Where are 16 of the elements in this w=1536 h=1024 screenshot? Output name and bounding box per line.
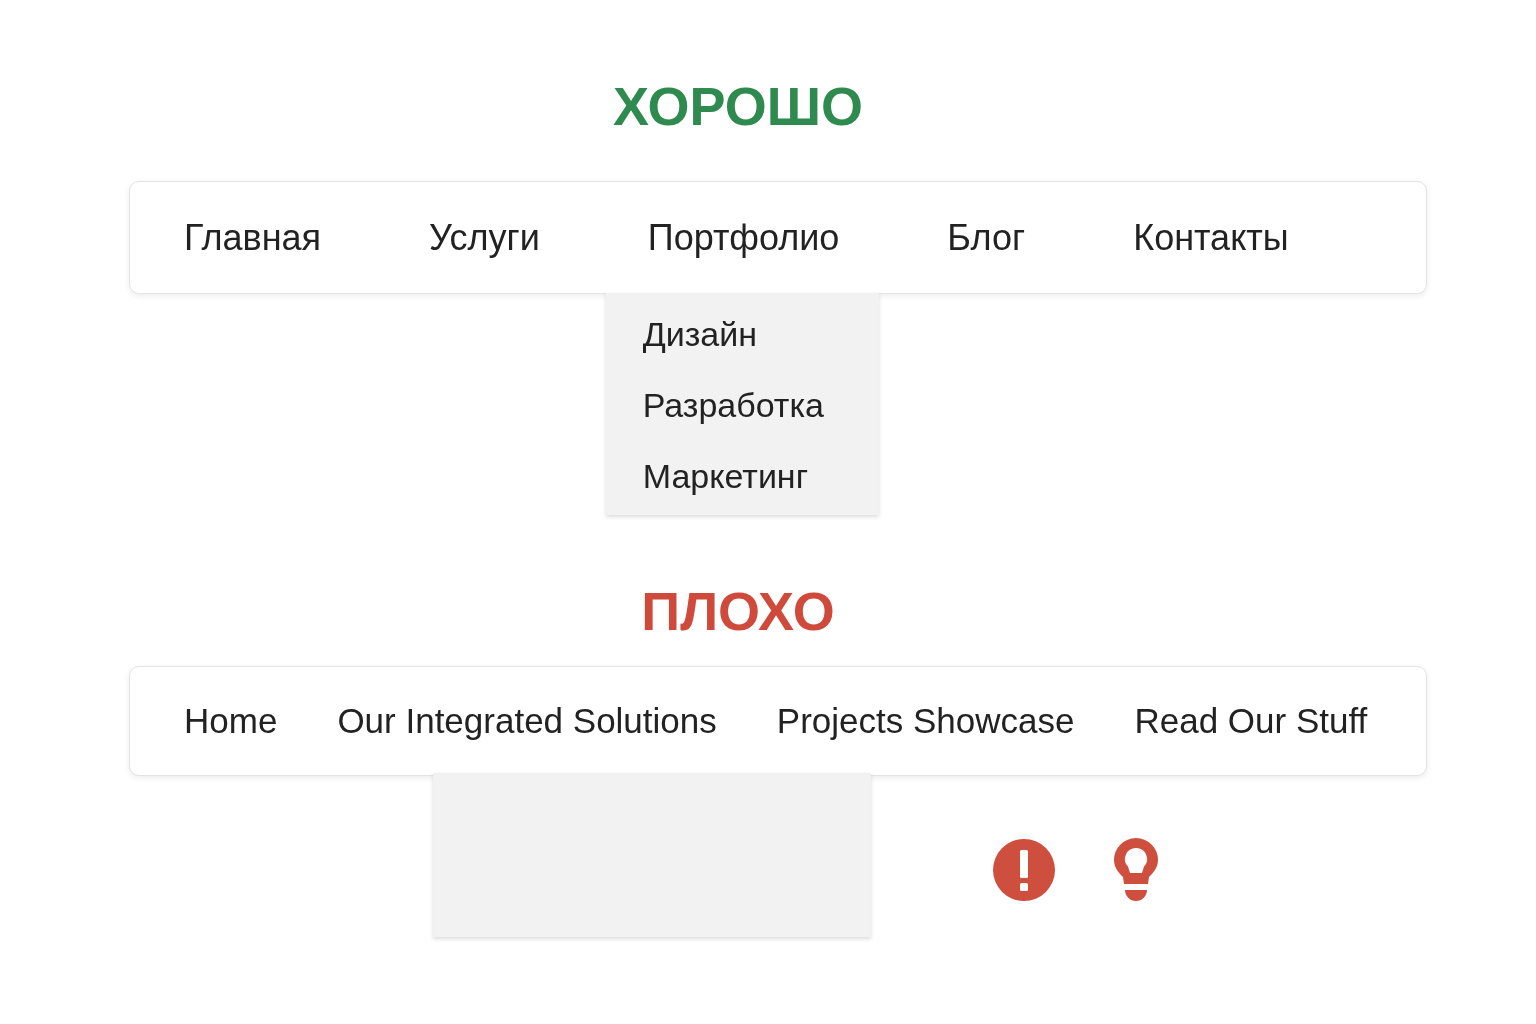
section-heading: ХОРОШО: [612, 79, 864, 133]
nav-link[interactable]: Портфолио: [647, 210, 840, 265]
nav-link[interactable]: Блог: [947, 210, 1026, 265]
section-heading: ПЛОХО: [641, 584, 835, 638]
nav-link[interactable]: Our Integrated Solutions: [337, 694, 717, 748]
dropdown-item[interactable]: Разработка: [605, 370, 879, 441]
nav-link[interactable]: Главная: [184, 210, 322, 265]
alert-circle-icon: [993, 839, 1055, 901]
lightbulb-icon: [1111, 838, 1161, 902]
nav-link[interactable]: Home: [184, 694, 278, 748]
dropdown-item[interactable]: Дизайн: [605, 299, 879, 370]
nav-link[interactable]: Projects Showcase: [776, 694, 1075, 748]
nav-link[interactable]: Контакты: [1133, 210, 1289, 265]
dropdown-item[interactable]: Маркетинг: [605, 441, 879, 512]
nav-link[interactable]: Read Our Stuff: [1134, 694, 1368, 748]
nav-link[interactable]: Услуги: [429, 210, 540, 265]
